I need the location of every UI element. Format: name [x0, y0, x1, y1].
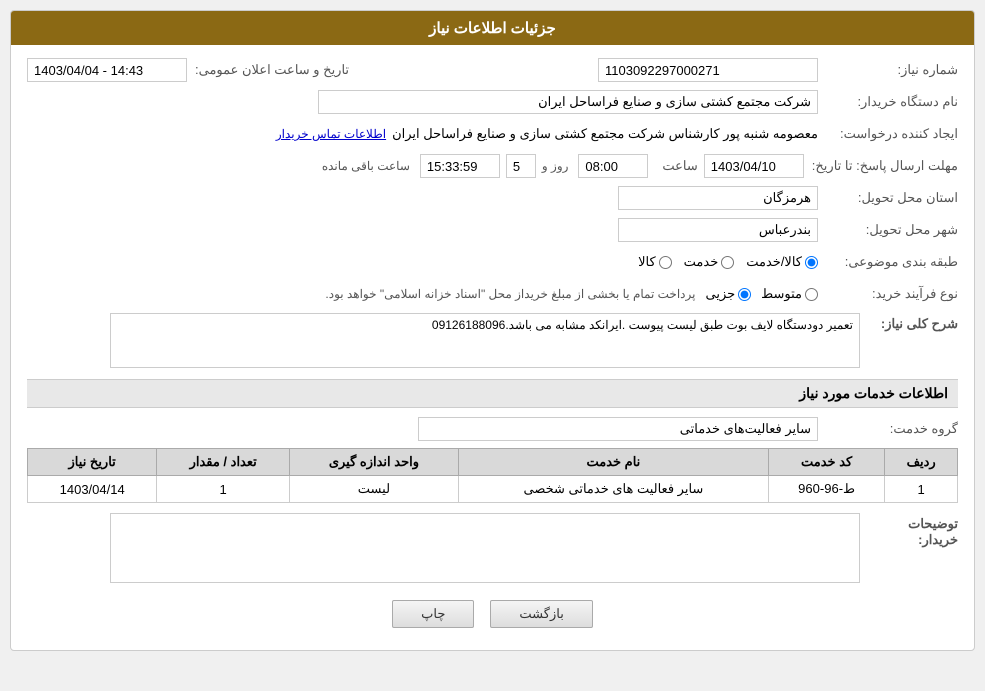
service-group-row: گروه خدمت: سایر فعالیت‌های خدماتی — [27, 416, 958, 442]
response-deadline-row: مهلت ارسال پاسخ: تا تاریخ: 1403/04/10 سا… — [27, 153, 958, 179]
province-value-wrapper: هرمزگان — [27, 186, 818, 210]
services-table: ردیف کد خدمت نام خدمت واحد اندازه گیری ت… — [27, 448, 958, 503]
category-goods-service-label: کالا/خدمت — [746, 254, 802, 270]
col-quantity: تعداد / مقدار — [157, 449, 290, 476]
city-row: شهر محل تحویل: بندرعباس — [27, 217, 958, 243]
service-group-value-wrapper: سایر فعالیت‌های خدماتی — [27, 417, 818, 441]
page-title: جزئیات اطلاعات نیاز — [429, 20, 556, 37]
category-label: طبقه بندی موضوعی: — [818, 254, 958, 270]
need-number-row: شماره نیاز: 1103092297000271 تاریخ و ساع… — [27, 57, 958, 83]
remaining-days-field: 5 — [506, 154, 536, 178]
print-button[interactable]: چاپ — [392, 600, 474, 628]
response-date-field: 1403/04/10 — [704, 154, 804, 178]
table-cell-2: سایر فعالیت های خدماتی شخصی — [458, 476, 768, 503]
main-card: جزئیات اطلاعات نیاز شماره نیاز: 11030922… — [10, 10, 975, 651]
creator-row: ایجاد کننده درخواست: معصومه شنبه پور کار… — [27, 121, 958, 147]
purchase-type-label: نوع فرآیند خرید: — [818, 286, 958, 302]
response-time-field: 08:00 — [578, 154, 648, 178]
category-goods-service-radio[interactable] — [805, 256, 818, 269]
buyer-desc-textarea[interactable] — [110, 513, 860, 583]
table-cell-1: ط-96-960 — [768, 476, 884, 503]
city-field: بندرعباس — [618, 218, 818, 242]
creator-contact-link[interactable]: اطلاعات تماس خریدار — [276, 127, 386, 141]
purchase-type-partial-radio[interactable] — [738, 288, 751, 301]
response-deadline-label: مهلت ارسال پاسخ: تا تاریخ: — [804, 158, 958, 174]
page-container: جزئیات اطلاعات نیاز شماره نیاز: 11030922… — [0, 0, 985, 691]
category-value-wrapper: کالا/خدمت خدمت کالا — [27, 254, 818, 270]
purchase-type-medium-radio[interactable] — [805, 288, 818, 301]
category-goods-service-option[interactable]: کالا/خدمت — [746, 254, 818, 270]
province-field: هرمزگان — [618, 186, 818, 210]
purchase-type-value-wrapper: متوسط جزیی پرداخت تمام یا بخشی از مبلغ خ… — [27, 286, 818, 302]
button-row: بازگشت چاپ — [27, 600, 958, 638]
buyer-org-row: نام دستگاه خریدار: شرکت مجتمع کشتی سازی … — [27, 89, 958, 115]
table-cell-0: 1 — [885, 476, 958, 503]
public-date-field: 1403/04/04 - 14:43 — [27, 58, 187, 82]
buyer-desc-row: توضیحات خریدار: — [27, 513, 958, 586]
need-number-label: شماره نیاز: — [818, 62, 958, 78]
table-cell-4: 1 — [157, 476, 290, 503]
need-desc-row: شرح کلی نیاز: — [27, 313, 958, 371]
services-section-header: اطلاعات خدمات مورد نیاز — [27, 379, 958, 408]
category-radio-group: کالا/خدمت خدمت کالا — [638, 254, 818, 270]
category-row: طبقه بندی موضوعی: کالا/خدمت خدمت — [27, 249, 958, 275]
category-goods-label: کالا — [638, 254, 656, 270]
category-goods-radio[interactable] — [659, 256, 672, 269]
col-row-num: ردیف — [885, 449, 958, 476]
creator-value: معصومه شنبه پور کارشناس شرکت مجتمع کشتی … — [392, 126, 818, 142]
remaining-time-label: ساعت باقی مانده — [322, 159, 410, 173]
purchase-type-options: متوسط جزیی پرداخت تمام یا بخشی از مبلغ خ… — [325, 286, 818, 302]
need-desc-textarea[interactable] — [110, 313, 860, 368]
need-number-field: 1103092297000271 — [598, 58, 818, 82]
card-header: جزئیات اطلاعات نیاز — [11, 11, 974, 45]
purchase-type-medium-label: متوسط — [761, 286, 802, 302]
purchase-type-medium-option[interactable]: متوسط — [761, 286, 818, 302]
purchase-type-row: نوع فرآیند خرید: متوسط جزیی پرداخت تمام … — [27, 281, 958, 307]
remaining-time-field: 15:33:59 — [420, 154, 500, 178]
creator-label: ایجاد کننده درخواست: — [818, 126, 958, 142]
buyer-org-field: شرکت مجتمع کشتی سازی و صنایع فراساحل ایر… — [318, 90, 818, 114]
table-header-row: ردیف کد خدمت نام خدمت واحد اندازه گیری ت… — [28, 449, 958, 476]
remaining-days-label: روز و — [542, 159, 569, 173]
public-date-label: تاریخ و ساعت اعلان عمومی: — [187, 62, 349, 78]
service-group-label: گروه خدمت: — [818, 421, 958, 437]
col-service-name: نام خدمت — [458, 449, 768, 476]
need-number-value-wrapper: 1103092297000271 — [369, 58, 818, 82]
response-deadline-value-wrapper: 1403/04/10 ساعت 08:00 روز و 5 15:33:59 — [27, 154, 804, 178]
table-row: 1ط-96-960سایر فعالیت های خدماتی شخصیلیست… — [28, 476, 958, 503]
col-unit: واحد اندازه گیری — [290, 449, 459, 476]
purchase-type-partial-option[interactable]: جزیی — [705, 286, 751, 302]
buyer-desc-label: توضیحات خریدار: — [868, 513, 958, 548]
province-row: استان محل تحویل: هرمزگان — [27, 185, 958, 211]
col-service-code: کد خدمت — [768, 449, 884, 476]
purchase-type-partial-label: جزیی — [705, 286, 735, 302]
city-label: شهر محل تحویل: — [818, 222, 958, 238]
need-desc-label: شرح کلی نیاز: — [868, 313, 958, 332]
category-goods-option[interactable]: کالا — [638, 254, 672, 270]
city-value-wrapper: بندرعباس — [27, 218, 818, 242]
buyer-org-label: نام دستگاه خریدار: — [818, 94, 958, 110]
need-desc-wrapper — [27, 313, 860, 371]
table-cell-5: 1403/04/14 — [28, 476, 157, 503]
back-button[interactable]: بازگشت — [490, 600, 592, 628]
province-label: استان محل تحویل: — [818, 190, 958, 206]
card-body: شماره نیاز: 1103092297000271 تاریخ و ساع… — [11, 45, 974, 650]
creator-value-wrapper: معصومه شنبه پور کارشناس شرکت مجتمع کشتی … — [27, 126, 818, 142]
col-date-needed: تاریخ نیاز — [28, 449, 157, 476]
buyer-desc-wrapper — [27, 513, 860, 586]
category-service-label: خدمت — [684, 254, 719, 270]
category-service-option[interactable]: خدمت — [684, 254, 735, 270]
response-time-label: ساعت — [654, 158, 697, 174]
purchase-type-note: پرداخت تمام یا بخشی از مبلغ خریداز محل "… — [325, 287, 695, 301]
table-cell-3: لیست — [290, 476, 459, 503]
date-time-row: 1403/04/10 ساعت 08:00 روز و 5 15:33:59 — [27, 154, 804, 178]
service-group-field: سایر فعالیت‌های خدماتی — [418, 417, 818, 441]
category-service-radio[interactable] — [721, 256, 734, 269]
buyer-org-value-wrapper: شرکت مجتمع کشتی سازی و صنایع فراساحل ایر… — [27, 90, 818, 114]
